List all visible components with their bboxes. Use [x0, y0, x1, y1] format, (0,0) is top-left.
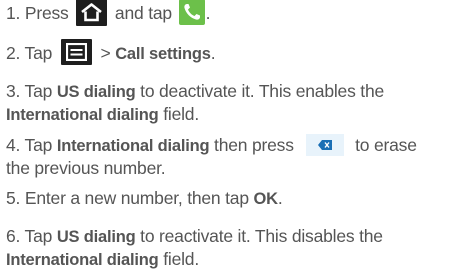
phone-icon	[178, 0, 205, 26]
step-number: 5.	[6, 188, 21, 208]
step-number: 1.	[6, 3, 21, 23]
bold-label: OK	[253, 190, 279, 208]
step-text: Tap	[20, 43, 57, 63]
bold-label: International dialing	[6, 251, 159, 269]
step-number: 3.	[6, 81, 21, 101]
step-text: then press	[209, 135, 299, 155]
step-3: 3. Tap US dialing to deactivate it. This…	[6, 80, 468, 126]
step-text: Tap	[20, 226, 57, 246]
step-4: 4. Tap International dialing then press …	[6, 133, 468, 179]
step-text: to deactivate it. This enables the	[135, 81, 385, 101]
step-text: field.	[158, 104, 199, 124]
step-1: 1. Press and tap .	[6, 0, 468, 26]
bold-label: International dialing	[56, 137, 210, 155]
step-text: Press	[20, 3, 74, 23]
step-text: Tap	[20, 81, 57, 101]
step-2: 2. Tap > Call settings.	[6, 39, 468, 66]
bold-label: International dialing	[6, 106, 159, 124]
menu-icon	[60, 39, 92, 66]
step-text: to erase	[350, 135, 417, 155]
step-text: Enter a new number, then tap	[20, 188, 254, 208]
step-text: to reactivate it. This disables the	[135, 226, 383, 246]
bold-label: US dialing	[56, 228, 136, 246]
step-text: Tap	[20, 135, 57, 155]
step-separator: >	[95, 43, 116, 63]
bold-label: US dialing	[56, 83, 136, 101]
step-number: 4.	[6, 135, 21, 155]
step-text: field.	[158, 249, 199, 269]
instruction-steps: 1. Press and tap . 2. Tap > Call setting…	[0, 0, 470, 275]
step-5: 5. Enter a new number, then tap OK.	[6, 187, 468, 210]
step-text: .	[205, 3, 211, 23]
bold-label: Call settings	[115, 45, 211, 63]
step-number: 2.	[6, 43, 21, 63]
home-icon	[76, 0, 108, 26]
step-text: the previous number.	[6, 158, 166, 178]
step-text: .	[210, 43, 216, 63]
step-text: and tap	[110, 3, 177, 23]
step-6: 6. Tap US dialing to reactivate it. This…	[6, 225, 468, 271]
step-text: .	[277, 188, 283, 208]
backspace-icon	[306, 133, 345, 156]
step-number: 6.	[6, 226, 21, 246]
